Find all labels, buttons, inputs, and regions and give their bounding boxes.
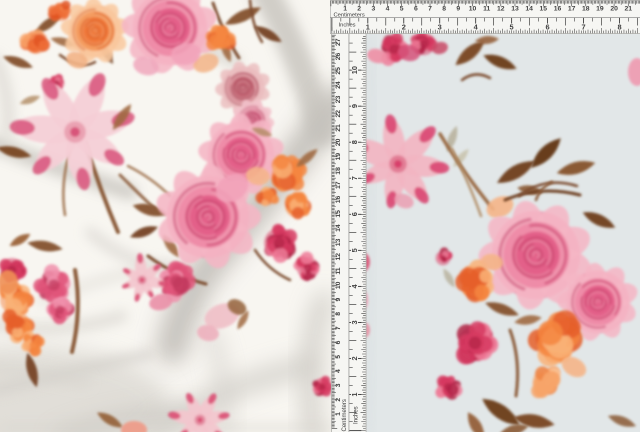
svg-text:7: 7 (335, 326, 342, 330)
svg-text:24: 24 (335, 81, 342, 89)
svg-text:25: 25 (335, 67, 342, 75)
svg-text:6: 6 (414, 6, 418, 13)
svg-text:14: 14 (525, 6, 533, 13)
svg-text:7: 7 (581, 22, 585, 31)
svg-text:10: 10 (469, 6, 477, 13)
svg-text:3: 3 (438, 22, 442, 31)
svg-text:9: 9 (350, 104, 359, 108)
svg-text:21: 21 (335, 124, 342, 132)
svg-text:Inches: Inches (339, 22, 356, 28)
svg-text:10: 10 (350, 66, 359, 74)
svg-text:15: 15 (540, 6, 548, 13)
svg-text:18: 18 (582, 6, 590, 13)
svg-text:1: 1 (366, 22, 370, 31)
svg-text:5: 5 (335, 355, 342, 359)
svg-text:21: 21 (625, 6, 633, 13)
svg-text:16: 16 (335, 196, 342, 204)
svg-text:10: 10 (335, 281, 342, 289)
svg-text:6: 6 (350, 212, 359, 216)
svg-text:8: 8 (335, 312, 342, 316)
svg-text:19: 19 (335, 153, 342, 161)
svg-text:18: 18 (335, 167, 342, 175)
svg-text:Inches: Inches (354, 406, 360, 424)
svg-text:3: 3 (335, 383, 342, 387)
svg-text:12: 12 (335, 253, 342, 261)
svg-text:Centimeters: Centimeters (334, 12, 365, 18)
svg-text:7: 7 (428, 6, 432, 13)
svg-text:17: 17 (335, 181, 342, 189)
svg-text:13: 13 (335, 238, 342, 246)
svg-text:17: 17 (568, 6, 576, 13)
svg-text:5: 5 (510, 22, 514, 31)
svg-text:6: 6 (545, 22, 549, 31)
svg-text:23: 23 (335, 95, 342, 103)
svg-text:3: 3 (372, 6, 376, 13)
svg-text:8: 8 (350, 140, 359, 144)
svg-text:27: 27 (335, 38, 342, 46)
svg-text:5: 5 (350, 248, 359, 252)
svg-text:22: 22 (335, 110, 342, 118)
svg-text:15: 15 (335, 210, 342, 218)
svg-text:14: 14 (335, 224, 342, 232)
svg-text:6: 6 (335, 340, 342, 344)
svg-text:20: 20 (610, 6, 618, 13)
svg-text:2: 2 (402, 22, 406, 31)
svg-text:26: 26 (335, 53, 342, 61)
svg-text:2: 2 (350, 356, 359, 360)
svg-text:1: 1 (350, 392, 359, 396)
svg-text:Centimeters: Centimeters (342, 399, 348, 431)
svg-text:20: 20 (335, 138, 342, 146)
svg-text:8: 8 (442, 6, 446, 13)
svg-text:13: 13 (511, 6, 519, 13)
svg-text:4: 4 (335, 369, 342, 373)
svg-text:9: 9 (335, 297, 342, 301)
svg-text:3: 3 (350, 320, 359, 324)
svg-text:11: 11 (335, 267, 342, 274)
svg-text:9: 9 (456, 6, 460, 13)
svg-text:19: 19 (596, 6, 604, 13)
svg-text:12: 12 (497, 6, 505, 13)
svg-text:8: 8 (617, 22, 621, 31)
svg-text:11: 11 (483, 6, 490, 13)
svg-text:4: 4 (386, 6, 390, 13)
svg-text:5: 5 (400, 6, 404, 13)
svg-text:16: 16 (554, 6, 562, 13)
svg-text:7: 7 (350, 176, 359, 180)
